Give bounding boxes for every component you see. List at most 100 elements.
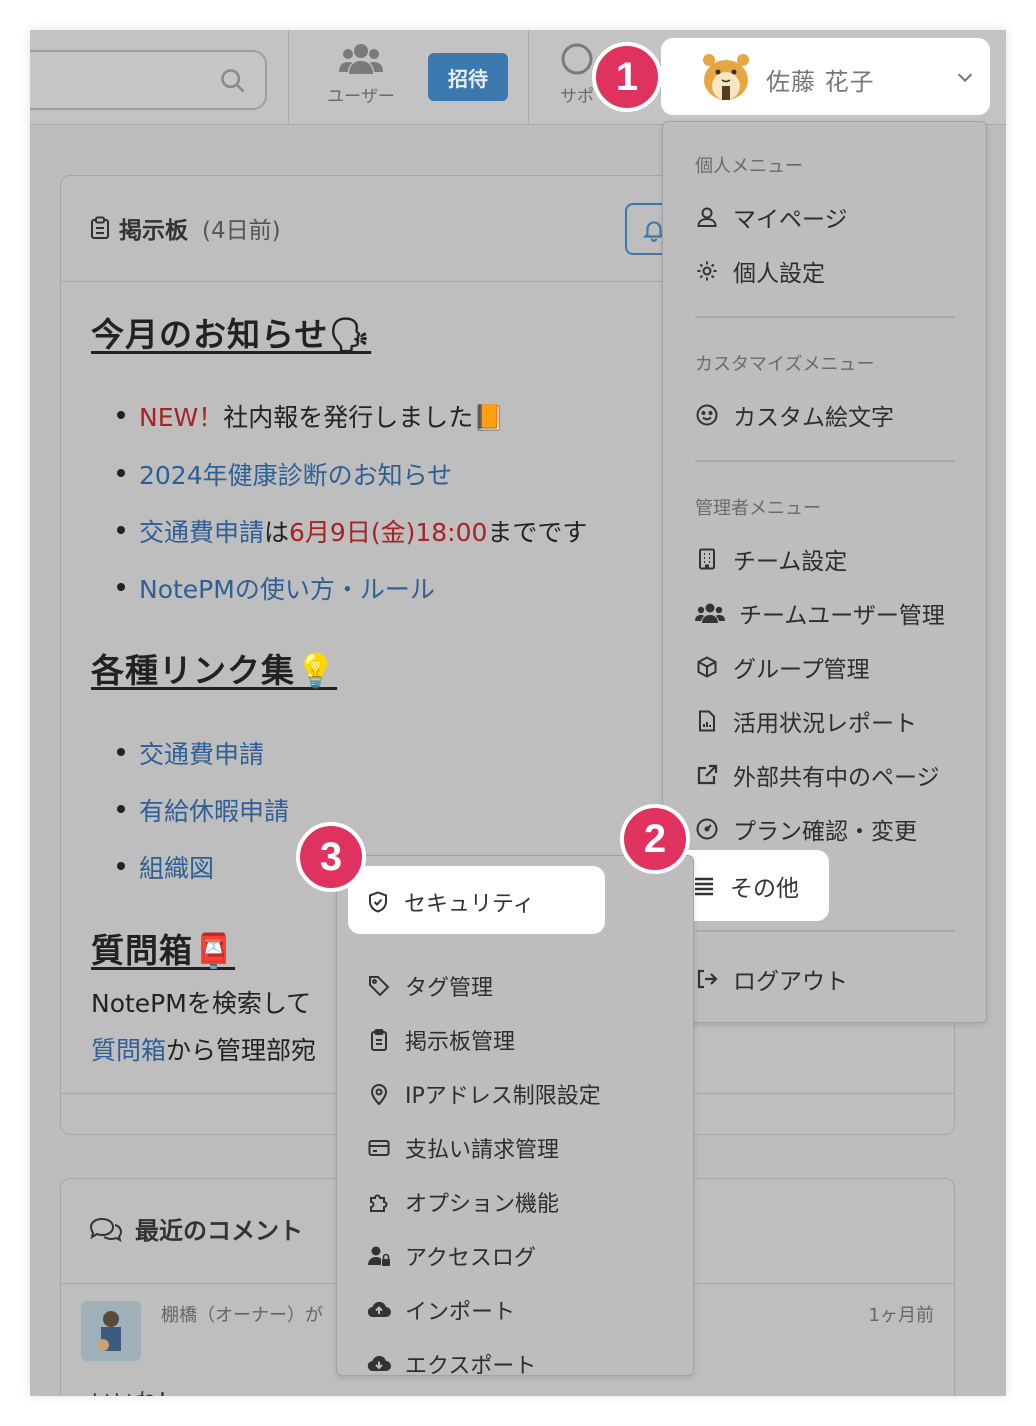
submenu-item-board-management[interactable]: 掲示板管理 bbox=[367, 1024, 515, 1056]
clipboard-icon bbox=[91, 216, 109, 239]
menu-item-external-pages[interactable]: 外部共有中のページ bbox=[695, 758, 940, 792]
menu-item-team-users[interactable]: チームユーザー管理 bbox=[695, 596, 945, 630]
notepm-rules-link[interactable]: NotePMの使い方・ルール bbox=[139, 575, 435, 604]
list-item-text: までです bbox=[487, 518, 588, 547]
menu-section-admin: 管理者メニュー bbox=[695, 498, 821, 519]
comments-title-text: 最近のコメント bbox=[135, 1217, 303, 1245]
cube-icon bbox=[697, 656, 717, 678]
submenu-item-security[interactable]: セキュリティ bbox=[348, 866, 605, 934]
submenu-item-label: IPアドレス制限設定 bbox=[405, 1084, 601, 1109]
list-item: 交通費申請は6月9日(金)18:00までです bbox=[116, 513, 588, 549]
menu-item-label: 外部共有中のページ bbox=[733, 765, 940, 791]
clipboard-icon bbox=[371, 1029, 387, 1051]
menu-item-logout[interactable]: ログアウト bbox=[695, 962, 848, 996]
list-item: NEW！社内報を発行しました📙 bbox=[116, 398, 505, 434]
submenu-item-label: インポート bbox=[405, 1300, 516, 1325]
commute-expense-link[interactable]: 交通費申請 bbox=[139, 740, 264, 769]
app-frame: ユーザー 招待 サポ 佐藤 花子 掲示板 (4日前) 今月のお知らせ🗣 NEW！… bbox=[30, 30, 1006, 1396]
menu-item-personal-settings[interactable]: 個人設定 bbox=[695, 254, 825, 288]
submenu-item-label: セキュリティ bbox=[404, 892, 535, 917]
avatar bbox=[703, 54, 749, 100]
list-item: 2024年健康診断のお知らせ bbox=[116, 456, 452, 492]
submenu-item-options[interactable]: オプション機能 bbox=[367, 1186, 559, 1218]
section-heading: 各種リンク集💡 bbox=[91, 651, 338, 690]
submenu-item-import[interactable]: インポート bbox=[367, 1294, 515, 1326]
menu-item-usage-report[interactable]: 活用状況レポート bbox=[695, 704, 917, 738]
menu-item-label: ログアウト bbox=[733, 969, 848, 995]
menu-item-label: マイページ bbox=[733, 207, 848, 233]
submenu-item-ip-restriction[interactable]: IPアドレス制限設定 bbox=[367, 1078, 601, 1110]
nav-users-label: ユーザー bbox=[327, 87, 395, 107]
puzzle-icon bbox=[370, 1194, 388, 1212]
commute-expense-link[interactable]: 交通費申請 bbox=[139, 518, 264, 547]
report-icon bbox=[699, 710, 715, 732]
submenu-item-security-content: セキュリティ bbox=[366, 886, 535, 918]
menu-item-plan[interactable]: プラン確認・変更 bbox=[695, 812, 917, 846]
search-input[interactable] bbox=[30, 50, 267, 110]
comments-title: 最近のコメント bbox=[89, 1211, 303, 1246]
users-icon bbox=[695, 603, 725, 623]
board-title: 掲示板 (4日前) bbox=[89, 211, 281, 245]
menu-item-mypage[interactable]: マイページ bbox=[695, 200, 848, 234]
user-name: 佐藤 花子 bbox=[766, 68, 875, 96]
question-text-tail: から管理部宛 bbox=[166, 1036, 317, 1065]
health-check-link[interactable]: 2024年健康診断のお知らせ bbox=[139, 461, 452, 490]
submenu-item-label: アクセスログ bbox=[405, 1246, 536, 1271]
tag-icon bbox=[369, 976, 390, 997]
menu-item-label: 個人設定 bbox=[733, 261, 825, 287]
menu-divider bbox=[695, 316, 955, 318]
credit-card-icon bbox=[368, 1140, 390, 1156]
header-divider bbox=[528, 30, 529, 125]
submenu-item-label: 掲示板管理 bbox=[405, 1030, 516, 1055]
menu-item-label: カスタム絵文字 bbox=[733, 405, 894, 431]
menu-item-label: チームユーザー管理 bbox=[739, 603, 945, 629]
menu-item-custom-emoji[interactable]: カスタム絵文字 bbox=[695, 398, 894, 432]
question-text: NotePMを検索して bbox=[91, 989, 312, 1018]
board-title-text: 掲示板 bbox=[119, 218, 188, 244]
gear-icon bbox=[697, 261, 717, 281]
smile-icon bbox=[696, 404, 718, 426]
user-menu-toggle[interactable]: 佐藤 花子 bbox=[661, 38, 990, 115]
commenter-avatar bbox=[81, 1301, 141, 1361]
submenu-item-label: タグ管理 bbox=[405, 976, 494, 1001]
help-icon bbox=[561, 43, 593, 75]
list-item: 交通費申請 bbox=[116, 735, 264, 771]
submenu-item-access-log[interactable]: アクセスログ bbox=[367, 1240, 536, 1272]
paid-leave-link[interactable]: 有給休暇申請 bbox=[139, 797, 289, 826]
submenu-item-tags[interactable]: タグ管理 bbox=[367, 970, 493, 1002]
question-text: 質問箱から管理部宛 bbox=[91, 1031, 316, 1067]
new-label: NEW！ bbox=[139, 403, 224, 432]
header-divider bbox=[288, 30, 289, 125]
list-item-text: は bbox=[264, 518, 290, 547]
search-icon bbox=[221, 69, 245, 93]
deadline-text: 6月9日(金)18:00 bbox=[289, 518, 488, 547]
external-link-icon bbox=[697, 764, 718, 785]
step-badge-2: 2 bbox=[620, 804, 690, 874]
question-box-link[interactable]: 質問箱 bbox=[91, 1036, 166, 1065]
top-header: ユーザー 招待 サポ 佐藤 花子 bbox=[30, 30, 1006, 125]
menu-item-label: グループ管理 bbox=[733, 657, 870, 683]
logout-icon bbox=[697, 969, 718, 989]
list-item: NotePMの使い方・ルール bbox=[117, 570, 435, 606]
location-pin-icon bbox=[370, 1084, 388, 1106]
menu-item-team-settings[interactable]: チーム設定 bbox=[695, 542, 847, 576]
list-item-text: 社内報を発行しました📙 bbox=[223, 403, 505, 432]
shield-check-icon bbox=[369, 891, 387, 913]
submenu-item-label: 支払い請求管理 bbox=[405, 1138, 560, 1163]
nav-users[interactable]: ユーザー bbox=[318, 42, 404, 107]
menu-divider bbox=[695, 930, 955, 932]
chevron-down-icon bbox=[957, 73, 973, 83]
comment-body: いいね！ bbox=[91, 1384, 179, 1396]
comment-author: 棚橋（オーナー）が bbox=[161, 1305, 323, 1326]
menu-item-label: チーム設定 bbox=[733, 549, 848, 575]
menu-item-label: プラン確認・変更 bbox=[733, 819, 917, 845]
submenu-item-billing[interactable]: 支払い請求管理 bbox=[367, 1132, 559, 1164]
submenu-item-export[interactable]: エクスポート bbox=[367, 1348, 536, 1380]
menu-item-other-content: その他 bbox=[692, 869, 799, 903]
org-chart-link[interactable]: 組織図 bbox=[139, 854, 214, 883]
step-badge-1: 1 bbox=[592, 42, 662, 112]
user-lock-icon bbox=[368, 1246, 390, 1266]
invite-button[interactable]: 招待 bbox=[428, 53, 508, 101]
user-icon bbox=[697, 207, 717, 227]
menu-item-group-management[interactable]: グループ管理 bbox=[695, 650, 870, 684]
